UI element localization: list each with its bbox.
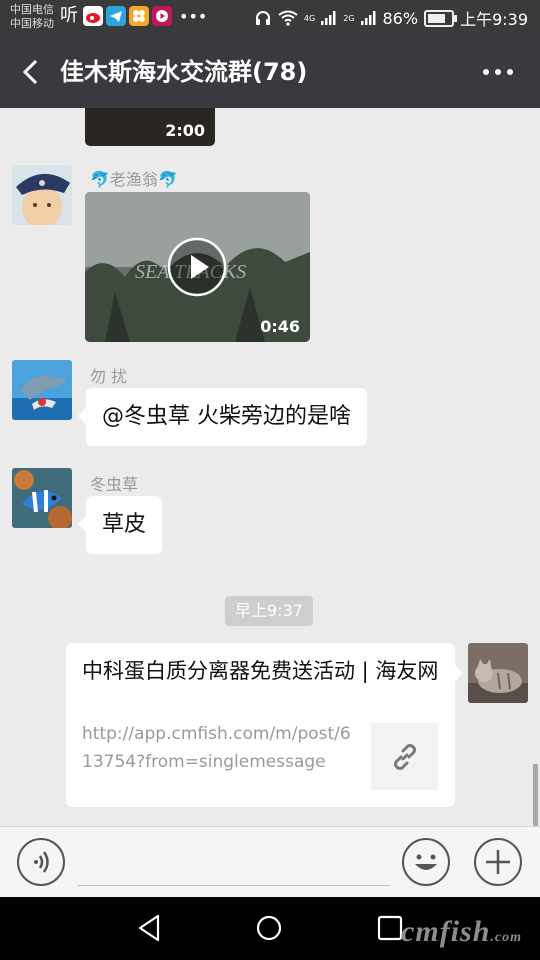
clownfish-avatar bbox=[12, 468, 72, 528]
play-icon[interactable] bbox=[166, 236, 228, 298]
video-duration: 0:46 bbox=[260, 317, 300, 336]
timestamp: 早上9:37 bbox=[225, 596, 313, 626]
chat-info-button[interactable] bbox=[478, 58, 518, 86]
sender-name: 勿 扰 bbox=[90, 367, 128, 386]
notification-icons: 听 ••• bbox=[58, 6, 207, 26]
child-in-cap-avatar bbox=[12, 165, 72, 225]
carrier-1: 中国电信 bbox=[10, 3, 54, 16]
voice-icon bbox=[34, 851, 49, 873]
avatar[interactable] bbox=[12, 165, 72, 225]
link-title: 中科蛋白质分离器免费送活动 | 海友网 bbox=[82, 659, 439, 683]
more-functions-button[interactable] bbox=[474, 838, 522, 886]
link-icon bbox=[393, 743, 416, 770]
link-url: http://app.cmfish.com/m/post/613754?from… bbox=[82, 724, 351, 772]
message-input[interactable] bbox=[78, 841, 390, 886]
telegram-icon bbox=[106, 6, 126, 26]
back-arrow-icon bbox=[22, 59, 38, 85]
link-thumbnail bbox=[371, 723, 438, 790]
network-tag-4g: 4G bbox=[303, 13, 316, 23]
scrollbar-thumb[interactable] bbox=[533, 764, 538, 826]
more-notifications-icon: ••• bbox=[179, 6, 208, 26]
message-list[interactable]: 2:00 🐬老渔翁🐬 SEA TRACKS 0:46 bbox=[0, 108, 540, 826]
carrier-info: 中国电信 中国移动 bbox=[10, 3, 54, 31]
battery-icon bbox=[424, 9, 458, 27]
nav-back-button[interactable] bbox=[132, 910, 168, 946]
input-bar bbox=[0, 826, 540, 897]
network-tag-2g: 2G bbox=[343, 13, 355, 23]
status-bar: 中国电信 中国移动 听 ••• 4G 2G 86% 上午9:39 bbox=[0, 0, 540, 36]
app-grid-icon bbox=[129, 6, 149, 26]
triangle-back-icon bbox=[138, 914, 160, 942]
watermark-logo: cmfish.com bbox=[401, 915, 522, 949]
more-dots-icon bbox=[483, 69, 513, 75]
message-bubble[interactable]: @冬虫草 火柴旁边的是啥 bbox=[78, 388, 367, 446]
dolphin-avatar bbox=[12, 360, 72, 420]
video-message[interactable]: 2:00 bbox=[85, 108, 215, 146]
video-message[interactable]: SEA TRACKS 0:46 bbox=[85, 192, 310, 342]
battery-fill bbox=[428, 13, 446, 23]
video-duration: 2:00 bbox=[165, 121, 205, 140]
sender-name: 🐬老渔翁🐬 bbox=[90, 166, 178, 190]
avatar[interactable] bbox=[12, 468, 72, 528]
chat-title: 佳木斯海水交流群(78) bbox=[60, 58, 308, 86]
my-avatar[interactable] bbox=[468, 643, 528, 703]
system-status: 4G 2G 86% 上午9:39 bbox=[254, 6, 528, 30]
watermark-suffix: .com bbox=[490, 930, 522, 945]
system-nav-bar: cmfish.com bbox=[0, 897, 540, 960]
carrier-2: 中国移动 bbox=[10, 17, 54, 30]
voice-button[interactable] bbox=[17, 838, 65, 886]
dolphin-emoji: 🐬 bbox=[90, 170, 110, 189]
nav-home-button[interactable] bbox=[251, 910, 287, 946]
avatar[interactable] bbox=[12, 360, 72, 420]
signal-icon-2 bbox=[360, 11, 375, 25]
emoji-button[interactable] bbox=[402, 838, 450, 886]
chat-header: 佳木斯海水交流群(78) bbox=[0, 36, 540, 108]
headphones-icon bbox=[255, 11, 270, 25]
ting-app-icon: 听 bbox=[60, 5, 78, 26]
smiley-icon bbox=[415, 854, 437, 870]
video-app-icon bbox=[152, 6, 172, 26]
circle-home-icon bbox=[256, 915, 282, 941]
message-bubble[interactable]: 草皮 bbox=[77, 496, 163, 554]
clock: 上午9:39 bbox=[460, 10, 528, 29]
signal-icon bbox=[321, 11, 336, 25]
weibo-icon bbox=[83, 6, 103, 26]
link-card[interactable]: 中科蛋白质分离器免费送活动 | 海友网 http://app.cmfish.co… bbox=[66, 643, 463, 807]
dolphin-emoji-2: 🐬 bbox=[157, 170, 178, 189]
sender-label: 老渔翁 bbox=[109, 170, 158, 189]
plus-icon bbox=[486, 850, 510, 874]
back-button[interactable] bbox=[18, 58, 46, 86]
watermark-main: cmfish bbox=[401, 915, 491, 948]
battery-percent: 86% bbox=[382, 8, 419, 28]
sender-name: 冬虫草 bbox=[90, 475, 139, 494]
cat-avatar bbox=[468, 643, 528, 703]
wifi-icon bbox=[278, 10, 298, 26]
